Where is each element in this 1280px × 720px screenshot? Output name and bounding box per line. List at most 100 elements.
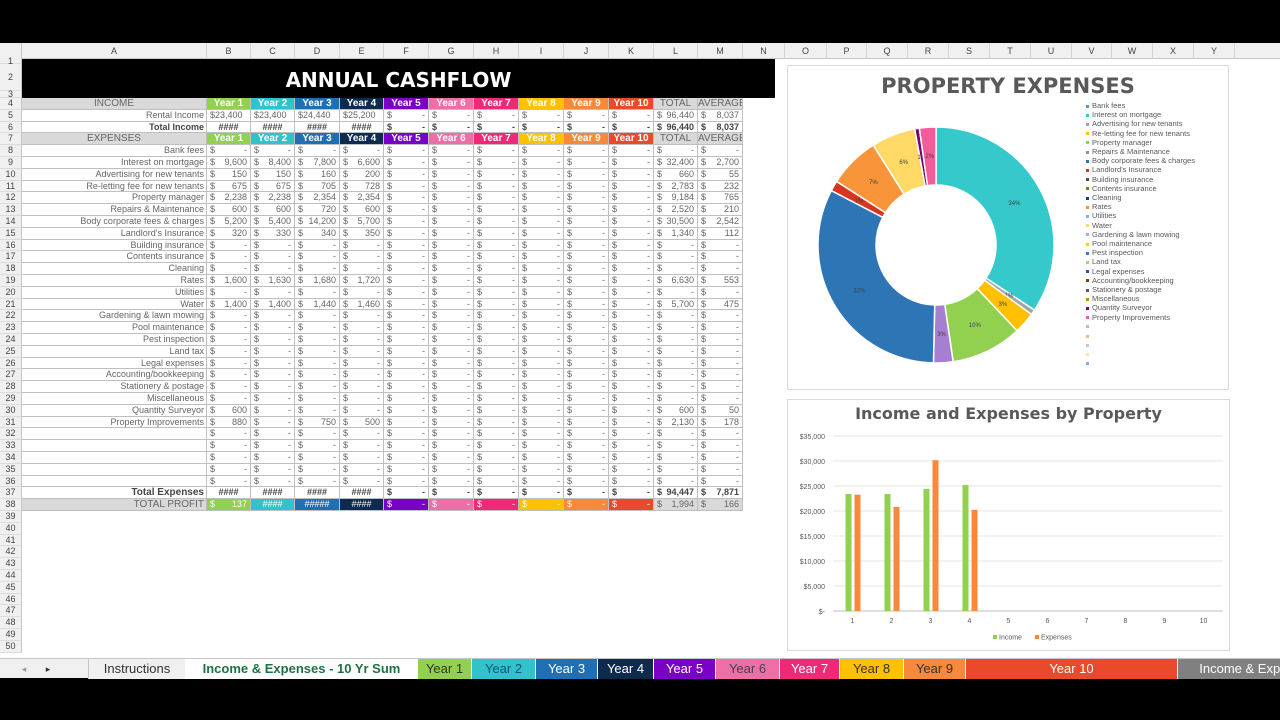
value-cell[interactable]: $ - <box>429 286 474 299</box>
row-header[interactable]: 17 <box>0 251 22 264</box>
value-cell[interactable]: $ - <box>295 310 340 323</box>
value-cell[interactable]: #### <box>340 121 384 134</box>
value-cell[interactable]: $ - <box>519 499 564 511</box>
sheet-tab[interactable]: Year 10 <box>966 659 1178 679</box>
value-cell[interactable]: $675 <box>251 180 295 193</box>
value-cell[interactable]: $ - <box>251 357 295 370</box>
value-cell[interactable]: $ - <box>340 381 384 393</box>
value-cell[interactable]: $728 <box>340 180 384 193</box>
value-cell[interactable]: $ - <box>207 145 251 157</box>
value-cell[interactable]: $1,340 <box>654 227 698 240</box>
row-label[interactable]: Land tax <box>22 345 207 358</box>
value-cell[interactable]: $ - <box>698 334 743 346</box>
value-cell[interactable]: $1,994 <box>654 499 698 511</box>
row-label[interactable]: Stationery & postage <box>22 381 207 393</box>
bar-income[interactable] <box>962 485 969 611</box>
value-cell[interactable]: $ - <box>474 239 519 252</box>
value-cell[interactable]: $750 <box>295 416 340 429</box>
row-header[interactable]: 22 <box>0 310 22 323</box>
value-cell[interactable]: $ - <box>564 416 609 429</box>
value-cell[interactable]: $ - <box>340 345 384 358</box>
column-header[interactable]: E <box>340 43 384 59</box>
value-cell[interactable]: $2,783 <box>654 180 698 193</box>
value-cell[interactable]: $ - <box>295 463 340 476</box>
value-cell[interactable]: $ - <box>251 263 295 275</box>
sheet-tab[interactable]: Year 6 <box>716 659 780 679</box>
legend-item[interactable]: Gardening & lawn mowing <box>1086 230 1195 239</box>
value-cell[interactable]: $ - <box>295 393 340 405</box>
value-cell[interactable]: $ - <box>207 381 251 393</box>
value-cell[interactable]: $ - <box>609 487 654 500</box>
value-cell[interactable]: $96,440 <box>654 109 698 122</box>
value-cell[interactable]: $ - <box>207 369 251 382</box>
value-cell[interactable]: $ - <box>384 428 429 441</box>
value-cell[interactable]: $ - <box>340 475 384 488</box>
value-cell[interactable]: $ - <box>609 192 654 205</box>
value-cell[interactable]: $ - <box>654 428 698 441</box>
value-cell[interactable]: $ - <box>564 192 609 205</box>
value-cell[interactable]: $ - <box>654 393 698 405</box>
value-cell[interactable]: $ - <box>429 357 474 370</box>
value-cell[interactable]: $ - <box>384 357 429 370</box>
value-cell[interactable]: $600 <box>207 404 251 417</box>
value-cell[interactable]: $ - <box>295 440 340 452</box>
value-cell[interactable]: $ - <box>384 168 429 181</box>
value-cell[interactable]: $ - <box>340 322 384 334</box>
value-cell[interactable]: $7,800 <box>295 157 340 169</box>
column-header[interactable]: I <box>519 43 564 59</box>
value-cell[interactable]: $ - <box>384 298 429 311</box>
column-header[interactable]: K <box>609 43 654 59</box>
value-cell[interactable]: $ - <box>295 239 340 252</box>
bar-expenses[interactable] <box>971 509 978 611</box>
value-cell[interactable]: $ - <box>474 145 519 157</box>
value-cell[interactable]: $178 <box>698 416 743 429</box>
value-cell[interactable]: $ - <box>519 357 564 370</box>
row-label[interactable]: Building insurance <box>22 239 207 252</box>
legend-item[interactable]: Advertising for new tenants <box>1086 119 1195 128</box>
value-cell[interactable]: $ - <box>564 180 609 193</box>
column-header[interactable]: O <box>785 43 827 59</box>
bar-income[interactable] <box>923 488 930 611</box>
legend-item[interactable]: Miscellaneous <box>1086 294 1195 303</box>
row-label[interactable]: Total Income <box>22 121 207 134</box>
row-header[interactable]: 18 <box>0 263 22 275</box>
legend-item[interactable]: Cleaning <box>1086 193 1195 202</box>
value-cell[interactable]: $ - <box>564 216 609 228</box>
value-cell[interactable]: $ - <box>474 109 519 122</box>
value-cell[interactable]: $ - <box>474 357 519 370</box>
value-cell[interactable]: $ - <box>429 180 474 193</box>
value-cell[interactable]: $ - <box>340 145 384 157</box>
value-cell[interactable]: $ - <box>609 404 654 417</box>
value-cell[interactable]: $ - <box>654 440 698 452</box>
value-cell[interactable]: $ - <box>519 322 564 334</box>
row-header[interactable]: 3 <box>0 90 22 99</box>
legend-item[interactable]: Stationery & postage <box>1086 285 1195 294</box>
column-header[interactable]: G <box>429 43 474 59</box>
value-cell[interactable]: $ - <box>654 334 698 346</box>
value-cell[interactable]: $ - <box>698 345 743 358</box>
value-cell[interactable]: $ - <box>251 463 295 476</box>
legend-item[interactable]: Water <box>1086 221 1195 230</box>
value-cell[interactable]: $2,238 <box>207 192 251 205</box>
value-cell[interactable]: $ - <box>564 263 609 275</box>
value-cell[interactable]: $ - <box>474 204 519 216</box>
value-cell[interactable]: $ - <box>429 192 474 205</box>
value-cell[interactable]: $ - <box>429 145 474 157</box>
value-cell[interactable]: $765 <box>698 192 743 205</box>
value-cell[interactable]: $ - <box>609 393 654 405</box>
value-cell[interactable]: $ - <box>207 263 251 275</box>
row-label[interactable]: Pool maintenance <box>22 322 207 334</box>
value-cell[interactable]: $ - <box>474 286 519 299</box>
value-cell[interactable]: $ - <box>384 487 429 500</box>
value-cell[interactable]: $ - <box>609 168 654 181</box>
value-cell[interactable]: $14,200 <box>295 216 340 228</box>
value-cell[interactable]: $9,184 <box>654 192 698 205</box>
row-label[interactable]: Bank fees <box>22 145 207 157</box>
value-cell[interactable]: $ - <box>609 216 654 228</box>
value-cell[interactable]: $8,037 <box>698 121 743 134</box>
value-cell[interactable]: $9,600 <box>207 157 251 169</box>
row-header[interactable]: 48 <box>0 617 22 629</box>
column-header[interactable]: R <box>908 43 949 59</box>
row-label[interactable]: Rental Income <box>22 109 207 122</box>
row-header[interactable]: 29 <box>0 393 22 405</box>
